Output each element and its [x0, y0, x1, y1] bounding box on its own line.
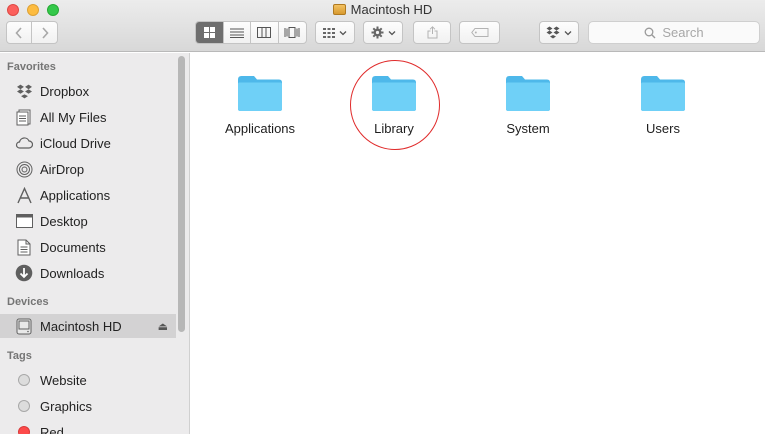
sidebar-item-documents[interactable]: Documents [0, 235, 176, 259]
sidebar-item-downloads[interactable]: Downloads [0, 261, 176, 285]
list-view-button[interactable] [224, 22, 251, 43]
all-my-files-icon [14, 107, 34, 127]
favorites-heading: Favorites [7, 61, 56, 73]
folder-icon [238, 76, 282, 111]
chevron-down-icon [339, 30, 347, 35]
icon-view-button[interactable] [196, 22, 224, 43]
cover-flow-view-button[interactable] [279, 22, 306, 43]
sidebar-item-label: Website [40, 372, 87, 388]
cloud-icon [14, 133, 34, 153]
view-mode-selector [195, 21, 307, 44]
folder-icon [506, 76, 550, 111]
tag-color-dot [18, 374, 30, 386]
arrange-grid-icon [323, 27, 335, 38]
sidebar-item-label: Red [40, 424, 64, 434]
sidebar-item-label: Graphics [40, 398, 93, 414]
documents-icon [14, 237, 34, 257]
arrange-button[interactable] [315, 21, 355, 44]
sidebar-item-label: Macintosh HD [40, 318, 122, 334]
folder-applications[interactable]: Applications [210, 75, 310, 136]
sidebar: Favorites Dropbox All My Files iCloud Dr… [0, 53, 190, 434]
search-field[interactable]: Search [588, 21, 760, 44]
back-button[interactable] [7, 22, 33, 43]
window-toolbar: Macintosh HD Search [0, 0, 765, 52]
folder-users[interactable]: Users [613, 75, 713, 136]
chevron-down-icon [388, 30, 395, 35]
list-view-icon [229, 28, 244, 38]
highlight-circle-annotation [350, 60, 440, 150]
sidebar-item-tag-red[interactable]: Red [0, 420, 176, 434]
sidebar-item-label: iCloud Drive [40, 135, 111, 151]
chevron-right-icon [41, 26, 49, 39]
sidebar-item-label: Desktop [40, 213, 88, 229]
edit-tags-button[interactable] [459, 21, 500, 44]
navigation-buttons [6, 21, 58, 44]
chevron-down-icon [564, 30, 572, 35]
sidebar-item-label: Documents [40, 239, 106, 255]
file-browser-content: Applications Library System Users [191, 53, 765, 434]
folder-label: Applications [224, 121, 296, 136]
sidebar-item-icloud-drive[interactable]: iCloud Drive [0, 131, 176, 155]
tag-color-dot [18, 426, 30, 434]
sidebar-item-label: Dropbox [40, 83, 90, 99]
sidebar-item-tag-website[interactable]: Website [0, 368, 176, 392]
forward-button[interactable] [32, 22, 57, 43]
folder-label: Users [646, 121, 680, 136]
hard-drive-icon [14, 316, 34, 336]
search-icon [644, 27, 656, 38]
sidebar-item-label: Applications [40, 187, 111, 203]
sidebar-item-applications[interactable]: Applications [0, 183, 176, 207]
tag-icon [470, 28, 488, 37]
sidebar-item-airdrop[interactable]: AirDrop [0, 157, 176, 181]
tags-heading: Tags [7, 350, 32, 362]
sidebar-item-label: All My Files [40, 109, 107, 125]
dropbox-menu-button[interactable] [539, 21, 579, 44]
sidebar-item-macintosh-hd[interactable]: Macintosh HD ⏏ [0, 314, 176, 338]
column-view-button[interactable] [251, 22, 279, 43]
devices-heading: Devices [7, 296, 49, 308]
gear-icon [371, 26, 383, 39]
folder-icon [641, 76, 685, 111]
folder-system[interactable]: System [478, 75, 578, 136]
downloads-icon [14, 263, 34, 283]
airdrop-icon [14, 159, 34, 179]
icon-view-icon [203, 27, 215, 38]
sidebar-item-label: Downloads [40, 265, 105, 281]
window-title: Macintosh HD [0, 2, 765, 17]
sidebar-item-dropbox[interactable]: Dropbox [0, 79, 176, 103]
dropbox-icon [14, 81, 34, 101]
share-icon [427, 26, 437, 39]
applications-icon [14, 185, 34, 205]
column-view-icon [257, 27, 272, 38]
dropbox-icon [546, 26, 560, 39]
chevron-left-icon [15, 26, 22, 39]
sidebar-item-desktop[interactable]: Desktop [0, 209, 176, 233]
folder-label: System [506, 121, 550, 136]
sidebar-item-tag-graphics[interactable]: Graphics [0, 394, 176, 418]
tag-color-dot [18, 400, 30, 412]
share-button[interactable] [413, 21, 451, 44]
desktop-icon [14, 211, 34, 231]
disk-icon [332, 4, 346, 15]
sidebar-scrollbar[interactable] [178, 56, 185, 332]
cover-flow-icon [284, 27, 300, 38]
sidebar-item-all-my-files[interactable]: All My Files [0, 105, 176, 129]
search-placeholder: Search [662, 25, 704, 40]
action-button[interactable] [363, 21, 403, 44]
sidebar-item-label: AirDrop [40, 161, 85, 177]
eject-icon[interactable]: ⏏ [158, 320, 168, 333]
window-title-text: Macintosh HD [350, 2, 433, 17]
